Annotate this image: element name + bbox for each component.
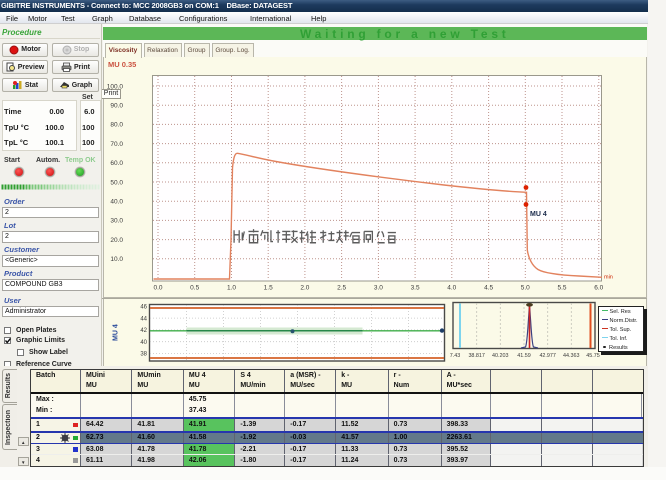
svg-text:7.43: 7.43 bbox=[449, 353, 460, 359]
svg-text:0.0: 0.0 bbox=[153, 285, 162, 292]
svg-text:45.75: 45.75 bbox=[586, 353, 600, 359]
svg-text:MU 4: MU 4 bbox=[112, 324, 119, 341]
svg-text:46: 46 bbox=[140, 304, 147, 310]
svg-text:50.0: 50.0 bbox=[110, 179, 123, 186]
svg-text:20.0: 20.0 bbox=[110, 237, 123, 244]
svg-text:2.5: 2.5 bbox=[337, 285, 346, 292]
svg-text:40: 40 bbox=[140, 339, 147, 345]
svg-text:42.977: 42.977 bbox=[539, 353, 556, 359]
svg-text:4.5: 4.5 bbox=[484, 285, 493, 292]
svg-text:3.5: 3.5 bbox=[410, 285, 419, 292]
svg-text:1.5: 1.5 bbox=[263, 285, 272, 292]
svg-text:min: min bbox=[604, 275, 613, 281]
svg-text:70.0: 70.0 bbox=[110, 141, 123, 148]
svg-text:4.0: 4.0 bbox=[447, 285, 456, 292]
svg-text:MU 4: MU 4 bbox=[530, 211, 547, 218]
svg-text:80.0: 80.0 bbox=[110, 122, 123, 129]
svg-text:40.203: 40.203 bbox=[492, 353, 509, 359]
svg-text:3.0: 3.0 bbox=[373, 285, 382, 292]
svg-text:90.0: 90.0 bbox=[110, 103, 123, 110]
svg-text:44: 44 bbox=[140, 316, 147, 322]
svg-text:1.0: 1.0 bbox=[226, 285, 235, 292]
svg-text:38: 38 bbox=[140, 351, 147, 357]
svg-text:41.59: 41.59 bbox=[517, 353, 531, 359]
svg-text:2.0: 2.0 bbox=[300, 285, 309, 292]
svg-text:30.0: 30.0 bbox=[110, 218, 123, 225]
svg-text:5.0: 5.0 bbox=[520, 285, 529, 292]
svg-text:44.363: 44.363 bbox=[563, 353, 580, 359]
svg-text:38.817: 38.817 bbox=[468, 353, 485, 359]
svg-text:5.5: 5.5 bbox=[557, 285, 566, 292]
svg-text:60.0: 60.0 bbox=[110, 160, 123, 167]
svg-text:42: 42 bbox=[140, 328, 147, 334]
svg-text:40.0: 40.0 bbox=[110, 199, 123, 206]
svg-text:10.0: 10.0 bbox=[110, 256, 123, 263]
svg-text:6.0: 6.0 bbox=[594, 285, 603, 292]
svg-text:0.5: 0.5 bbox=[190, 285, 199, 292]
